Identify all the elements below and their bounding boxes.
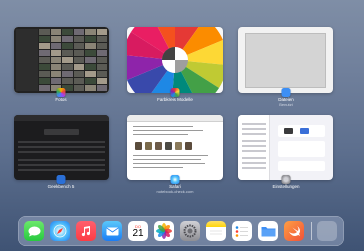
dock: DO 21 xyxy=(18,216,344,246)
messages-icon[interactable] xyxy=(24,221,44,241)
settings-panel xyxy=(278,141,325,157)
settings-icon xyxy=(281,175,291,184)
article-thumbnail xyxy=(155,142,162,150)
settings-sidebar xyxy=(238,115,270,180)
app-card-label: Einstellungen xyxy=(272,184,300,190)
app-card-label: Fotos xyxy=(55,97,67,103)
photos-icon xyxy=(56,88,66,97)
safari-icon xyxy=(170,175,180,184)
calendar-icon[interactable]: DO 21 xyxy=(128,221,148,241)
music-icon[interactable] xyxy=(76,221,96,241)
article-thumbnail xyxy=(145,142,152,150)
article-line xyxy=(133,163,205,165)
files-preview xyxy=(245,33,326,88)
app-card-label: Geekbench 5 xyxy=(47,184,75,190)
app-card-title: Farbkreis Modelle xyxy=(157,97,193,102)
swift-icon[interactable] xyxy=(284,221,304,241)
app-card-label: Dateien Benutzt xyxy=(278,97,294,107)
app-card-farbkreis[interactable] xyxy=(127,27,223,93)
app-card-geekbench[interactable] xyxy=(14,115,109,180)
app-card-fotos[interactable] xyxy=(14,27,109,93)
geekbench-toolbar xyxy=(14,115,109,121)
article-line xyxy=(133,126,193,128)
article-thumbnail xyxy=(185,142,192,150)
safari-address-bar xyxy=(127,115,223,122)
files-icon[interactable] xyxy=(258,221,278,241)
photos-icon[interactable] xyxy=(154,221,174,241)
article-line xyxy=(133,159,201,161)
app-card-subtitle: notebook-check.com xyxy=(156,188,194,194)
app-card-label: Farbkreis Modelle xyxy=(157,97,193,103)
geekbench-row xyxy=(18,164,105,166)
app-card-title: Fotos xyxy=(55,97,67,102)
geekbench-icon xyxy=(56,175,66,184)
app-card-dateien[interactable] xyxy=(238,27,333,93)
geekbench-row xyxy=(18,146,105,148)
geekbench-row xyxy=(18,151,105,153)
app-card-title: Geekbench 5 xyxy=(47,184,75,189)
dock-separator xyxy=(311,222,312,240)
settings-icon[interactable] xyxy=(180,221,200,241)
files-icon xyxy=(281,88,291,97)
mail-icon[interactable] xyxy=(102,221,122,241)
app-card-subtitle: Benutzt xyxy=(279,101,293,107)
reminders-icon[interactable] xyxy=(232,221,252,241)
settings-panel xyxy=(278,161,325,171)
article-line xyxy=(133,155,208,157)
color-wheel-preview xyxy=(127,27,223,93)
article-thumbnail xyxy=(135,142,142,150)
geekbench-row xyxy=(18,159,105,161)
calendar-day: 21 xyxy=(132,227,144,239)
article-thumbnail xyxy=(175,142,182,150)
safari-icon[interactable] xyxy=(50,221,70,241)
color-wheel-app-icon xyxy=(170,88,180,97)
app-card-safari[interactable] xyxy=(127,115,223,180)
settings-panel xyxy=(278,125,325,137)
geekbench-row xyxy=(18,169,105,171)
app-card-title: Einstellungen xyxy=(272,184,300,189)
app-card-label: Safari notebook-check.com xyxy=(156,184,194,194)
article-line xyxy=(133,134,188,136)
article-line xyxy=(133,167,183,169)
geekbench-score xyxy=(44,129,79,135)
notes-icon[interactable] xyxy=(206,221,226,241)
app-library-icon[interactable] xyxy=(317,221,337,241)
geekbench-row xyxy=(18,141,105,143)
photos-library-preview xyxy=(14,27,109,93)
article-thumbnail xyxy=(165,142,172,150)
app-card-einstellungen[interactable] xyxy=(238,115,333,180)
article-line xyxy=(133,130,203,132)
